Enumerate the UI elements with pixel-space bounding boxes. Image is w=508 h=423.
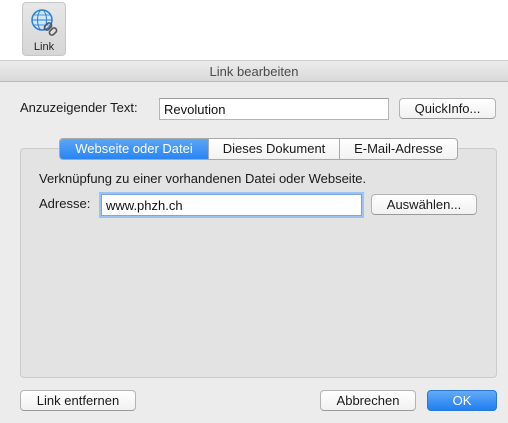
tab-this-document[interactable]: Dieses Dokument [209,139,340,159]
remove-link-button[interactable]: Link entfernen [20,390,136,411]
display-text-input[interactable] [159,98,389,120]
address-label: Adresse: [39,196,91,211]
ok-button[interactable]: OK [427,390,497,411]
cancel-button[interactable]: Abbrechen [320,390,416,411]
edit-link-dialog: Anzuzeigender Text: QuickInfo... Webseit… [0,82,508,423]
dialog-title: Link bearbeiten [0,60,508,82]
tab-bar: Webseite oder Datei Dieses Dokument E-Ma… [59,138,458,160]
quickinfo-button[interactable]: QuickInfo... [399,98,496,119]
link-description: Verknüpfung zu einer vorhandenen Datei o… [39,171,367,186]
tab-email-address[interactable]: E-Mail-Adresse [340,139,457,159]
address-input[interactable] [101,194,362,216]
choose-button[interactable]: Auswählen... [371,194,477,215]
display-text-label: Anzuzeigender Text: [20,100,138,115]
link-toolbar-label: Link [33,41,55,53]
tab-webpage-or-file[interactable]: Webseite oder Datei [60,139,209,159]
link-toolbar-button[interactable]: Link [22,2,66,56]
toolbar: Link [0,0,508,60]
globe-chain-icon [31,9,58,36]
